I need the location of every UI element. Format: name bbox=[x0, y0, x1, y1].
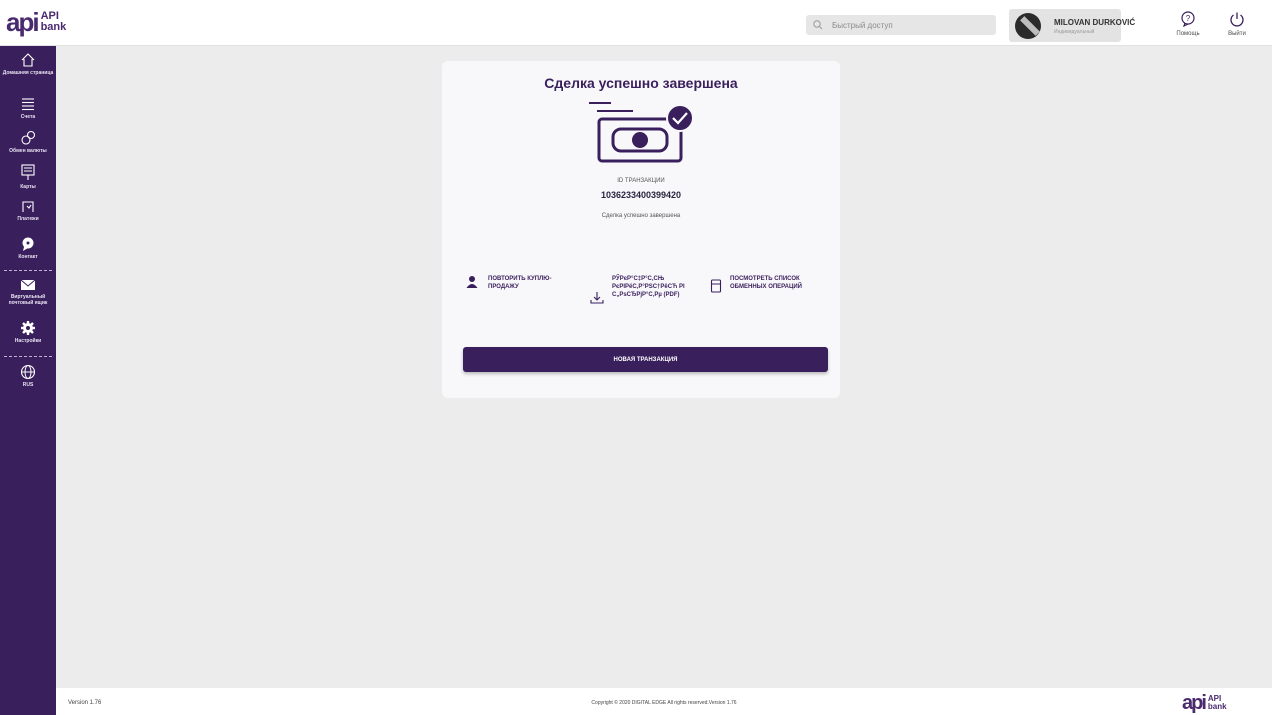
help-label: Помощь bbox=[1176, 31, 1200, 37]
person-icon bbox=[466, 276, 478, 288]
logo-mark: api bbox=[1182, 692, 1207, 714]
sidebar-item-label: Виртуальный почтовый ящик bbox=[8, 294, 48, 306]
repeat-trade-label: ПОВТОРИТЬ КУПЛЮ-ПРОДАЖУ bbox=[488, 276, 552, 290]
logo-text: API bank bbox=[1208, 695, 1227, 711]
sidebar-item-home[interactable]: Домашняя страница bbox=[0, 52, 56, 76]
sidebar-item-label: Карты bbox=[20, 184, 36, 190]
sidebar-item-label: Обмен валюты bbox=[9, 148, 47, 154]
sidebar-item-settings[interactable]: Настройки bbox=[0, 320, 56, 344]
mail-icon bbox=[20, 279, 36, 290]
transaction-id-label: ID ТРАНЗАКЦИИ bbox=[617, 178, 665, 184]
sidebar-item-payments[interactable]: Платежи bbox=[0, 198, 56, 222]
search-placeholder: Быстрый доступ bbox=[832, 20, 893, 30]
sidebar-item-label: RUS bbox=[22, 382, 34, 388]
logo-mark: api bbox=[6, 7, 40, 37]
list-icon bbox=[22, 98, 34, 111]
footer-logo: api API bank bbox=[1182, 693, 1227, 713]
page-title: Сделка успешно завершена bbox=[544, 75, 738, 91]
cash-success-illustration bbox=[589, 102, 694, 163]
sidebar-item-currency-exchange[interactable]: Обмен валюты bbox=[0, 130, 56, 154]
document-icon bbox=[710, 279, 722, 293]
quick-access-search[interactable]: Быстрый доступ bbox=[806, 15, 996, 35]
user-name: MILOVAN DURKOVIĆ bbox=[1054, 18, 1136, 27]
home-icon bbox=[21, 53, 35, 67]
sidebar-item-label: Домашняя страница bbox=[2, 70, 54, 76]
sidebar-divider bbox=[4, 356, 52, 357]
settings-icon bbox=[21, 321, 35, 335]
payments-icon bbox=[22, 201, 34, 212]
sidebar-item-virtual-mailbox[interactable]: Виртуальный почтовый ящик bbox=[0, 278, 56, 306]
help-button[interactable]: ? Помощь bbox=[1168, 11, 1208, 37]
transaction-id-value: 1036233400399420 bbox=[600, 190, 682, 200]
user-profile[interactable]: MILOVAN DURKOVIĆ Индивидуальный bbox=[1009, 9, 1135, 42]
footer: Version 1.76 Copyright © 2020 DIGITAL ED… bbox=[56, 688, 1272, 715]
contact-icon bbox=[22, 237, 34, 251]
logo-line2: bank bbox=[1207, 702, 1227, 711]
view-exchange-list-label: ПОСМОТРЕТЬ СПИСОК ОБМЕННЫХ ОПЕРАЦИЙ bbox=[730, 276, 802, 290]
search-icon bbox=[813, 20, 823, 30]
transaction-status: Сделка успешно завершена bbox=[601, 213, 681, 219]
view-exchange-list-action[interactable]: ПОСМОТРЕТЬ СПИСОК ОБМЕННЫХ ОПЕРАЦИЙ bbox=[710, 275, 834, 293]
transaction-result-card: Сделка успешно завершена ID ТРАНЗАКЦИИ 1… bbox=[442, 61, 840, 398]
download-icon bbox=[590, 292, 604, 304]
logout-label: Выйти bbox=[1228, 31, 1246, 37]
new-transaction-button[interactable]: НОВАЯ ТРАНЗАКЦИЯ bbox=[463, 347, 828, 372]
copyright-text: Copyright © 2020 DIGITAL EDGE All rights… bbox=[591, 700, 737, 706]
globe-icon bbox=[20, 364, 36, 380]
sidebar-item-label: Настройки bbox=[14, 338, 42, 344]
api-bank-logo[interactable]: api API bank bbox=[6, 9, 66, 35]
sidebar-item-language[interactable]: RUS bbox=[0, 364, 56, 388]
top-bar: api API bank Быстрый доступ MILOVAN DURK… bbox=[0, 0, 1272, 46]
repeat-trade-action[interactable]: ПОВТОРИТЬ КУПЛЮ-ПРОДАЖУ bbox=[466, 275, 576, 291]
logo-text: API bank bbox=[41, 11, 67, 33]
download-receipt-action[interactable]: РЎРєР°С‡Р°С‚СЊ РєРІРёС‚Р°РЅС†РёСЋ РІ С„Р… bbox=[590, 275, 700, 305]
sidebar: Домашняя страница Счета Обмен валюты Кар… bbox=[0, 46, 56, 715]
cards-icon bbox=[21, 164, 35, 180]
user-role: Индивидуальный bbox=[1054, 29, 1095, 35]
sidebar-item-cards[interactable]: Карты bbox=[0, 164, 56, 190]
help-chat-icon: ? bbox=[1181, 11, 1195, 27]
sidebar-item-label: Счета bbox=[20, 114, 36, 120]
avatar bbox=[1015, 13, 1041, 39]
sidebar-item-contact[interactable]: Контакт bbox=[0, 236, 56, 260]
currency-exchange-icon bbox=[21, 130, 36, 145]
logout-button[interactable]: Выйти bbox=[1217, 11, 1257, 37]
logo-line2: bank bbox=[40, 21, 67, 33]
download-receipt-label: РЎРєР°С‡Р°С‚СЊ РєРІРёС‚Р°РЅС†РёСЋ РІ С„Р… bbox=[612, 276, 685, 298]
sidebar-item-label: Контакт bbox=[18, 254, 38, 260]
power-icon bbox=[1230, 12, 1244, 27]
svg-text:?: ? bbox=[1186, 14, 1191, 23]
sidebar-item-label: Платежи bbox=[17, 216, 39, 222]
sidebar-item-accounts[interactable]: Счета bbox=[0, 96, 56, 120]
sidebar-divider bbox=[4, 270, 52, 271]
